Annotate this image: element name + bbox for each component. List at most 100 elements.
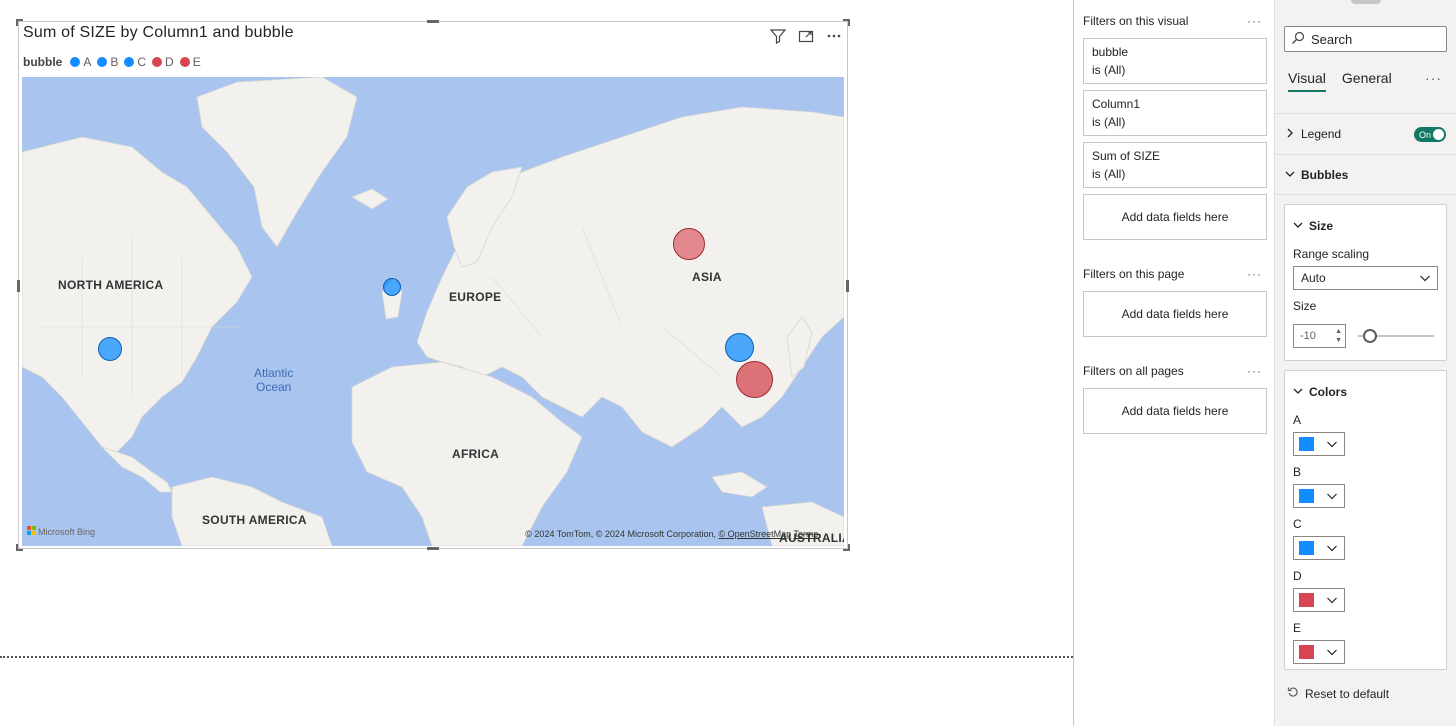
color-label-c: C xyxy=(1293,517,1302,531)
legend-item-b[interactable]: B xyxy=(97,55,118,69)
legend-item-d[interactable]: D xyxy=(152,55,174,69)
map-copyright: © 2024 TomTom, © 2024 Microsoft Corporat… xyxy=(525,529,818,539)
size-section-header[interactable]: Size xyxy=(1293,219,1333,233)
chevron-right-icon xyxy=(1285,127,1295,141)
range-scaling-dropdown[interactable]: Auto xyxy=(1293,266,1438,290)
add-page-filter-field[interactable]: Add data fields here xyxy=(1083,291,1267,337)
legend-section-label: Legend xyxy=(1301,127,1342,141)
colors-section-label: Colors xyxy=(1309,385,1348,399)
copyright-text: © 2024 TomTom, © 2024 Microsoft Corporat… xyxy=(525,529,719,539)
bubble-north-america[interactable] xyxy=(98,337,122,361)
filter-card-bubble[interactable]: bubble is (All) xyxy=(1083,38,1267,84)
format-tabs: Visual General xyxy=(1288,70,1392,92)
color-picker-d[interactable] xyxy=(1293,588,1345,612)
color-label-b: B xyxy=(1293,465,1302,479)
legend-item-label: C xyxy=(137,55,147,69)
legend-item-c[interactable]: C xyxy=(124,55,146,69)
tab-general[interactable]: General xyxy=(1342,70,1392,92)
filters-all-pages-more-button[interactable]: ··· xyxy=(1247,364,1262,378)
filter-card-name: bubble xyxy=(1092,45,1129,59)
filter-card-state: is (All) xyxy=(1092,167,1126,181)
filters-page-more-button[interactable]: ··· xyxy=(1247,267,1262,281)
filter-card-name: Sum of SIZE xyxy=(1092,149,1161,163)
add-visual-filter-field[interactable]: Add data fields here xyxy=(1083,194,1267,240)
label-north-america: NORTH AMERICA xyxy=(58,278,164,292)
world-map-background xyxy=(22,77,844,546)
color-label-d: D xyxy=(1293,569,1302,583)
tab-visual[interactable]: Visual xyxy=(1288,70,1326,92)
resize-handle-right[interactable] xyxy=(846,280,849,292)
legend-section-header[interactable]: Legend xyxy=(1285,127,1341,141)
size-slider-thumb[interactable] xyxy=(1363,329,1377,343)
color-picker-a[interactable] xyxy=(1293,432,1345,456)
report-canvas: Sum of SIZE by Column1 and bubble bubble… xyxy=(0,0,1073,726)
chevron-down-icon xyxy=(1326,541,1338,559)
stepper-arrows-icon[interactable]: ▲ ▼ xyxy=(1335,327,1342,345)
legend-toggle[interactable]: On xyxy=(1414,127,1446,142)
filters-visual-more-button[interactable]: ··· xyxy=(1247,14,1262,28)
reset-to-default-button[interactable]: Reset to default xyxy=(1287,686,1389,701)
format-pane: Search Visual General ··· Legend On Bubb… xyxy=(1274,0,1456,726)
bubbles-section-label: Bubbles xyxy=(1301,168,1349,182)
chevron-down-icon xyxy=(1293,385,1303,399)
filter-card-column1[interactable]: Column1 is (All) xyxy=(1083,90,1267,136)
filter-card-sum-of-size[interactable]: Sum of SIZE is (All) xyxy=(1083,142,1267,188)
bubbles-section-header[interactable]: Bubbles xyxy=(1285,168,1348,182)
ocean-label-line2: Ocean xyxy=(256,380,292,394)
color-picker-b[interactable] xyxy=(1293,484,1345,508)
map-visual[interactable]: Sum of SIZE by Column1 and bubble bubble… xyxy=(16,19,850,551)
bubble-east-asia-blue[interactable] xyxy=(725,333,754,362)
legend-item-a[interactable]: A xyxy=(70,55,91,69)
color-picker-c[interactable] xyxy=(1293,536,1345,560)
label-south-america: SOUTH AMERICA xyxy=(202,513,307,527)
format-more-button[interactable]: ··· xyxy=(1425,70,1442,86)
legend-dot-icon xyxy=(97,57,108,67)
size-label: Size xyxy=(1293,299,1317,313)
add-all-pages-filter-field[interactable]: Add data fields here xyxy=(1083,388,1267,434)
bubble-east-asia-red[interactable] xyxy=(736,361,773,398)
chevron-down-icon xyxy=(1326,437,1338,455)
toggle-knob xyxy=(1433,129,1444,140)
chevron-down-icon xyxy=(1419,272,1431,287)
search-placeholder: Search xyxy=(1311,31,1353,47)
divider xyxy=(1275,113,1456,114)
filter-icon[interactable] xyxy=(769,27,787,45)
resize-handle-top[interactable] xyxy=(427,20,439,23)
pane-top-edge xyxy=(1351,0,1381,4)
resize-handle-bottom-right[interactable] xyxy=(843,544,850,551)
focus-mode-icon[interactable] xyxy=(797,27,815,45)
colors-section-header[interactable]: Colors xyxy=(1293,385,1347,399)
chevron-down-icon xyxy=(1293,219,1303,233)
filters-on-visual-title: Filters on this visual xyxy=(1083,14,1189,28)
chevron-down-icon xyxy=(1326,593,1338,611)
filter-card-state: is (All) xyxy=(1092,115,1126,129)
terms-link[interactable]: Terms xyxy=(794,529,819,539)
colors-card: Colors A B C D E xyxy=(1284,370,1447,670)
resize-handle-top-right[interactable] xyxy=(843,19,850,26)
bubble-asia-north[interactable] xyxy=(673,228,705,260)
osm-link[interactable]: © OpenStreetMap xyxy=(718,529,791,539)
windows-logo-icon xyxy=(27,526,36,537)
size-card: Size Range scaling Auto Size -10 ▲ ▼ xyxy=(1284,204,1447,361)
more-options-icon[interactable] xyxy=(825,27,843,45)
label-africa: AFRICA xyxy=(452,447,500,461)
resize-handle-bottom[interactable] xyxy=(427,547,439,550)
map-area[interactable]: NORTH AMERICA EUROPE ASIA AFRICA SOUTH A… xyxy=(22,77,844,546)
bing-logo-text: Microsoft Bing xyxy=(38,526,96,537)
bubble-uk[interactable] xyxy=(383,278,401,296)
ocean-label-line1: Atlantic xyxy=(254,366,294,380)
resize-handle-left[interactable] xyxy=(17,280,20,292)
format-search-input[interactable]: Search xyxy=(1284,26,1447,52)
legend-item-e[interactable]: E xyxy=(179,55,201,69)
reset-icon xyxy=(1287,686,1299,701)
size-value: -10 xyxy=(1300,330,1316,342)
resize-handle-top-left[interactable] xyxy=(16,19,23,26)
legend-dot-icon xyxy=(179,57,190,67)
legend-title: bubble xyxy=(23,55,63,69)
range-scaling-value: Auto xyxy=(1301,271,1326,285)
color-label-a: A xyxy=(1293,413,1302,427)
color-picker-e[interactable] xyxy=(1293,640,1345,664)
bing-logo: Microsoft Bing xyxy=(27,526,95,537)
size-stepper[interactable]: -10 ▲ ▼ xyxy=(1293,324,1346,348)
size-section-label: Size xyxy=(1309,219,1334,233)
